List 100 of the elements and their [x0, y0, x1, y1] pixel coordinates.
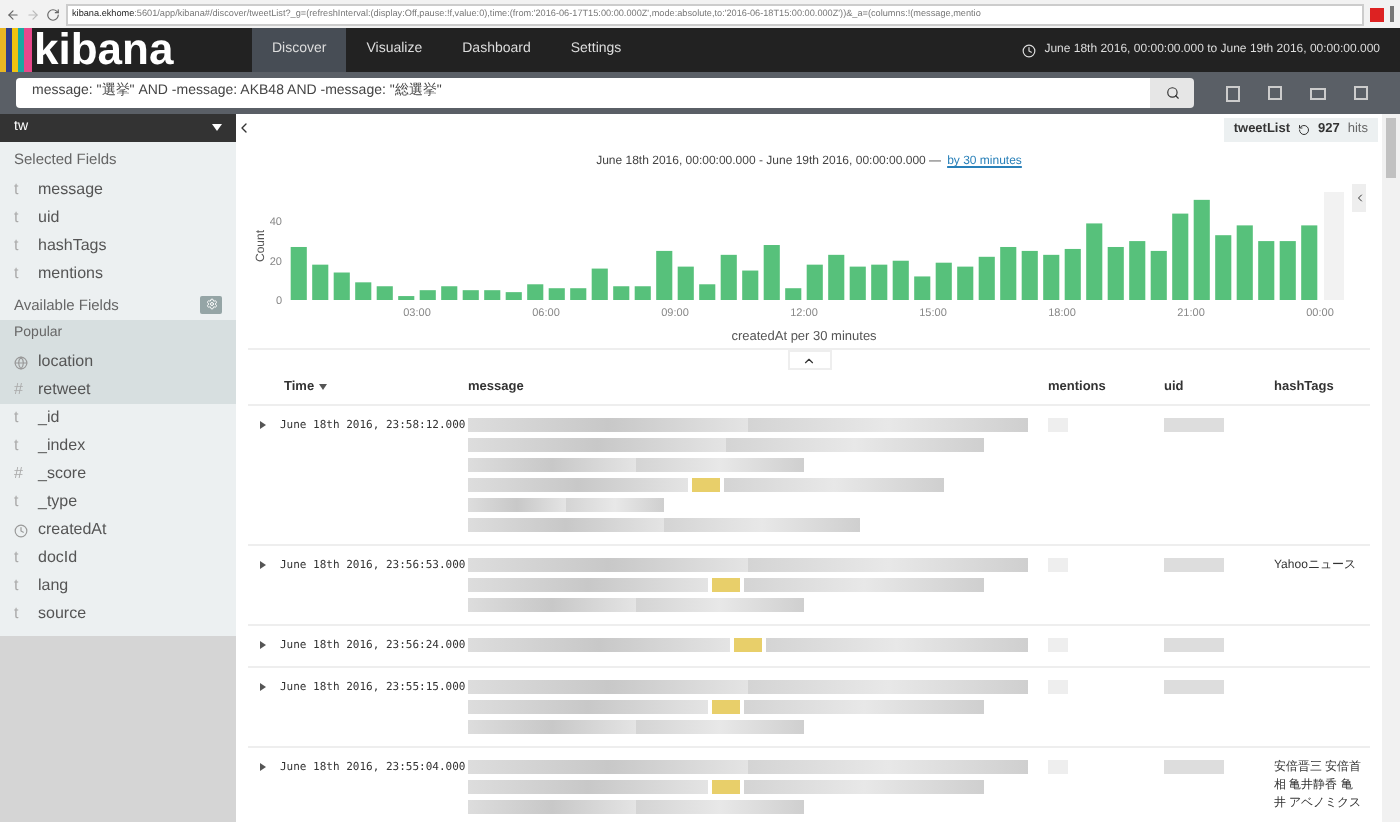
- histogram-bar[interactable]: [462, 290, 479, 300]
- field-item[interactable]: source: [38, 602, 87, 627]
- reload-icon[interactable]: [1298, 124, 1311, 136]
- histogram-bar[interactable]: [548, 288, 565, 300]
- forward-icon[interactable]: [26, 7, 40, 21]
- histogram-bar[interactable]: [484, 290, 501, 300]
- field-type: t: [14, 178, 21, 203]
- histogram-bar[interactable]: [1000, 247, 1017, 300]
- histogram-bar[interactable]: [1172, 213, 1189, 300]
- expand-row-icon[interactable]: [258, 640, 268, 650]
- histogram-bar[interactable]: [1150, 250, 1167, 300]
- histogram-bar[interactable]: [785, 288, 802, 300]
- field-item[interactable]: retweet: [38, 378, 91, 403]
- histogram-bar[interactable]: [978, 256, 995, 300]
- clock-icon: [1022, 43, 1037, 57]
- histogram-bar[interactable]: [1236, 225, 1253, 300]
- expand-row-icon[interactable]: [258, 420, 268, 430]
- histogram-bar[interactable]: [1301, 225, 1318, 300]
- histogram-bar[interactable]: [634, 286, 651, 300]
- blurred-uid: [1164, 418, 1224, 432]
- histogram-bar[interactable]: [892, 260, 909, 300]
- histogram-bar[interactable]: [312, 264, 329, 300]
- field-item[interactable]: _index: [38, 434, 86, 459]
- histogram-bar[interactable]: [441, 286, 458, 300]
- kibana-logo[interactable]: kibana: [0, 28, 252, 72]
- collapse-chart-button[interactable]: [787, 350, 831, 370]
- field-item[interactable]: docId: [38, 546, 78, 571]
- histogram-bar[interactable]: [914, 276, 931, 300]
- collapse-legend-button[interactable]: [1352, 184, 1366, 212]
- field-item[interactable]: _score: [38, 462, 87, 487]
- histogram-bar[interactable]: [333, 272, 350, 300]
- field-item[interactable]: location: [38, 350, 94, 375]
- histogram-bar[interactable]: [1107, 247, 1124, 300]
- gear-icon: [205, 298, 217, 311]
- histogram-bar[interactable]: [720, 254, 737, 300]
- histogram-bar[interactable]: [656, 250, 673, 300]
- field-item[interactable]: createdAt: [38, 518, 107, 543]
- field-item[interactable]: _type: [38, 490, 78, 515]
- histogram-bar[interactable]: [505, 292, 522, 300]
- field-type: t: [14, 434, 21, 459]
- back-icon[interactable]: [6, 7, 20, 21]
- field-type: #: [14, 462, 25, 487]
- histogram-bar[interactable]: [828, 254, 845, 300]
- histogram-bar[interactable]: [1086, 223, 1103, 300]
- histogram-bar[interactable]: [957, 266, 974, 300]
- histogram-bar[interactable]: [1129, 241, 1146, 300]
- sort-caret-icon: [318, 382, 329, 392]
- globe-icon: [14, 355, 28, 370]
- blurred-uid: [1164, 760, 1224, 775]
- histogram-bar[interactable]: [591, 268, 608, 300]
- chevron-up-icon: [802, 353, 816, 367]
- field-item[interactable]: message: [38, 178, 103, 203]
- histogram-bar[interactable]: [871, 264, 888, 300]
- expand-row-icon[interactable]: [258, 560, 268, 570]
- histogram-bar[interactable]: [1043, 254, 1060, 300]
- field-item[interactable]: mentions: [38, 262, 103, 287]
- histogram-bar[interactable]: [677, 266, 694, 300]
- clock-icon: [14, 523, 28, 538]
- caret-icon: [212, 124, 222, 132]
- reload-icon[interactable]: [46, 7, 60, 21]
- histogram-bar[interactable]: [699, 284, 716, 300]
- expand-row-icon[interactable]: [258, 682, 268, 693]
- scrollbar[interactable]: [1382, 114, 1400, 822]
- histogram-bar[interactable]: [1215, 235, 1232, 300]
- histogram-bar[interactable]: [355, 282, 372, 300]
- collapse-sidebar-icon[interactable]: [236, 120, 252, 136]
- field-type: t: [14, 406, 21, 431]
- field-type: t: [14, 262, 21, 287]
- histogram-bar[interactable]: [613, 286, 630, 300]
- histogram-bar[interactable]: [1064, 248, 1081, 300]
- histogram-bar[interactable]: [806, 264, 823, 300]
- field-type: t: [14, 574, 21, 599]
- blurred-uid: [1164, 638, 1224, 652]
- histogram-bar[interactable]: [376, 286, 393, 300]
- histogram-bar[interactable]: [763, 245, 780, 300]
- settings-button[interactable]: [200, 295, 222, 314]
- histogram-bar[interactable]: [742, 270, 759, 300]
- field-item[interactable]: uid: [38, 206, 60, 231]
- search-button[interactable]: [1150, 78, 1194, 108]
- field-item[interactable]: _id: [38, 406, 60, 431]
- field-item[interactable]: hashTags: [38, 234, 107, 259]
- extension-icon[interactable]: [1370, 7, 1384, 21]
- histogram-bar[interactable]: [570, 288, 587, 300]
- field-type: #: [14, 378, 25, 403]
- field-type: t: [14, 546, 21, 571]
- histogram-bar[interactable]: [527, 284, 544, 300]
- expand-row-icon[interactable]: [258, 762, 268, 773]
- field-type: t: [14, 602, 21, 627]
- field-type: t: [14, 234, 21, 259]
- histogram-bar[interactable]: [1279, 241, 1296, 300]
- histogram-bar[interactable]: [1021, 250, 1038, 300]
- histogram-bar[interactable]: [419, 290, 436, 300]
- histogram-bar[interactable]: [935, 262, 952, 300]
- field-item[interactable]: lang: [38, 574, 69, 599]
- histogram-bar[interactable]: [1193, 199, 1210, 300]
- blurred-uid: [1164, 680, 1224, 695]
- histogram-bar[interactable]: [849, 266, 866, 300]
- chevron-left-icon: [1353, 192, 1365, 204]
- histogram-bar[interactable]: [1258, 241, 1275, 300]
- histogram-bar[interactable]: [290, 247, 307, 300]
